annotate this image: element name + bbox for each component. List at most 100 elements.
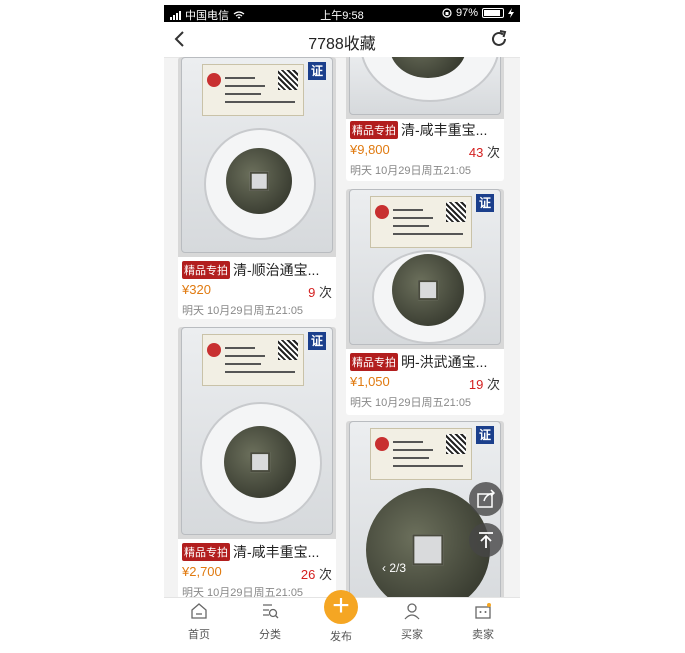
product-price: ¥1,050 [350,374,390,389]
bid-count: 26 次 [301,564,332,583]
qr-code [278,70,298,90]
cert-badge: 证 [476,194,494,212]
home-icon [191,603,207,619]
orientation-lock-icon [442,8,452,18]
auction-time: 明天 10月29日周五21:05 [182,587,304,597]
product-name[interactable]: 清-顺治通宝... [233,260,332,280]
grader-logo [375,205,389,219]
product-price: ¥9,800 [350,142,390,157]
nav-bar: 7788收藏 [164,22,520,58]
arrow-up-icon [479,532,493,548]
cert-badge: 证 [476,426,494,444]
title-row: 精品专拍 清-咸丰重宝... [350,120,500,140]
tab-buyer[interactable]: 买家 [382,598,442,643]
tab-home[interactable]: 首页 [169,598,229,643]
battery-icon [482,8,504,18]
coin-slab: 证 [181,57,333,253]
status-bar: 中国电信 上午9:58 97% [164,5,520,22]
phone-screen: 中国电信 上午9:58 97% 7788收藏 证 精品专拍 清-顺治通宝... … [164,5,520,643]
back-to-top-button[interactable] [469,523,503,557]
tab-publish[interactable]: + 发布 [311,590,371,643]
auction-time: 明天 10月29日周五21:05 [350,165,472,177]
product-price: ¥2,700 [182,564,222,579]
price-row: ¥2,700 26 次 [182,564,332,582]
pager-label: 2/3 [389,561,407,575]
bid-count-number: 9 [308,285,316,300]
product-image: 证 [178,57,336,257]
bid-count-unit: 次 [318,567,332,582]
status-right: 97% [442,7,514,19]
battery-percent: 97% [455,7,478,19]
title-row: 精品专拍 明-洪武通宝... [350,352,500,372]
tab-seller[interactable]: 卖家 [453,598,513,643]
refresh-icon[interactable] [488,28,510,50]
product-image [346,57,504,119]
product-card[interactable]: 证 精品专拍 明-洪武通宝... ¥1,050 19 次 明天 10月29日周五… [346,189,504,415]
tab-bar: 首页 分类 + 发布 买家 卖家 [164,590,520,643]
qr-code [446,434,466,454]
coin-image [226,148,292,214]
product-card[interactable]: 证 精品专拍 清-咸丰重宝... ¥2,700 26 次 明天 10月29日周五… [178,327,336,597]
tab-label: 买家 [401,629,423,641]
auction-time: 明天 10月29日周五21:05 [350,397,472,409]
cert-badge: 证 [308,332,326,350]
product-image: 证 [346,189,504,349]
bid-count-unit: 次 [486,145,500,160]
price-row: ¥1,050 19 次 [350,374,500,392]
bid-count: 19 次 [469,374,500,393]
bid-count-number: 19 [468,377,484,392]
grader-logo [207,73,221,87]
product-name[interactable]: 清-咸丰重宝... [233,542,332,562]
bid-count: 9 次 [308,282,332,301]
tab-label: 发布 [330,631,352,643]
page-title: 7788收藏 [308,36,376,53]
bid-count-number: 26 [300,567,316,582]
qr-code [446,202,466,222]
price-row: ¥320 9 次 [182,282,332,300]
product-name[interactable]: 明-洪武通宝... [401,352,500,372]
grade-label [202,334,304,386]
image-pager[interactable]: ‹ 2/3 [382,561,406,575]
product-image: 证 [178,327,336,539]
charging-icon [508,8,514,18]
premium-tag: 精品专拍 [350,353,398,371]
premium-tag: 精品专拍 [182,543,230,561]
store-icon [475,603,491,619]
grader-logo [375,437,389,451]
product-card[interactable]: 证 精品专拍 清-顺治通宝... ¥320 9 次 明天 10月29日周五21:… [178,57,336,319]
product-price: ¥320 [182,282,211,297]
bid-count: 43 次 [469,142,500,161]
bid-count-unit: 次 [486,377,500,392]
plus-icon: + [324,590,358,624]
share-button[interactable] [469,482,503,516]
coin-slab: 证 [349,189,501,345]
grade-label [370,196,472,248]
grader-logo [207,343,221,357]
cert-badge: 证 [308,62,326,80]
tab-label: 首页 [188,629,210,641]
coin-slab [349,57,501,115]
chevron-left-icon: ‹ [382,561,386,575]
auction-time: 明天 10月29日周五21:05 [182,305,304,317]
bid-count-unit: 次 [318,285,332,300]
qr-code [278,340,298,360]
premium-tag: 精品专拍 [182,261,230,279]
coin-image [224,426,296,498]
user-icon [404,603,420,620]
tab-category[interactable]: 分类 [240,598,300,643]
bid-count-number: 43 [468,145,484,160]
category-icon [263,604,279,619]
price-row: ¥9,800 43 次 [350,142,500,160]
share-icon [477,489,496,508]
grade-label [202,64,304,116]
premium-tag: 精品专拍 [350,121,398,139]
coin-image [392,254,464,326]
coin-slab: 证 [181,327,333,535]
title-row: 精品专拍 清-咸丰重宝... [182,542,332,562]
tab-label: 卖家 [472,629,494,641]
tab-label: 分类 [259,629,281,641]
product-name[interactable]: 清-咸丰重宝... [401,120,500,140]
product-grid[interactable]: 证 精品专拍 清-顺治通宝... ¥320 9 次 明天 10月29日周五21:… [164,57,520,597]
product-card[interactable]: 精品专拍 清-咸丰重宝... ¥9,800 43 次 明天 10月29日周五21… [346,57,504,181]
title-row: 精品专拍 清-顺治通宝... [182,260,332,280]
